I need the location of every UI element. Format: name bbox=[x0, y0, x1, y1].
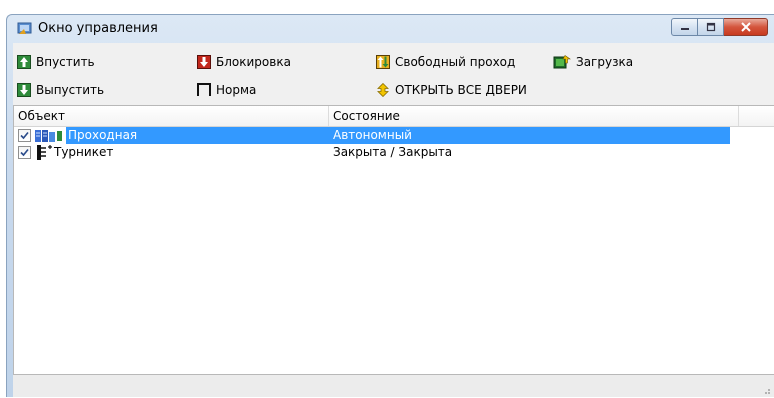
list-header: Объект Состояние bbox=[14, 106, 774, 127]
normal-icon bbox=[197, 83, 211, 97]
open-all-doors-button[interactable]: ОТКРЫТЬ ВСЕ ДВЕРИ bbox=[376, 80, 527, 100]
resize-grip-icon[interactable] bbox=[761, 384, 771, 394]
maximize-button[interactable] bbox=[698, 18, 724, 36]
arrow-down-icon bbox=[17, 83, 31, 97]
list-row[interactable]: Проходная Автономный bbox=[14, 127, 774, 144]
let-out-button[interactable]: Выпустить bbox=[17, 80, 104, 100]
download-label: Загрузка bbox=[576, 55, 634, 69]
column-header-state[interactable]: Состояние bbox=[329, 106, 739, 126]
row-object: Проходная bbox=[68, 128, 138, 142]
window-title: Окно управления bbox=[38, 21, 158, 36]
let-out-label: Выпустить bbox=[36, 83, 105, 97]
row-state: Автономный bbox=[333, 128, 412, 142]
list-row[interactable]: Турникет Закрыта / Закрыта bbox=[14, 144, 774, 161]
window-content: Впустить Выпустить Блокировка Норма Своб… bbox=[13, 43, 774, 397]
normal-button[interactable]: Норма bbox=[197, 80, 256, 100]
lock-button[interactable]: Блокировка bbox=[197, 52, 291, 72]
open-all-doors-icon bbox=[376, 83, 390, 97]
download-button[interactable]: Загрузка bbox=[553, 52, 633, 72]
checkpoint-icon bbox=[34, 128, 64, 144]
normal-label: Норма bbox=[216, 83, 257, 97]
download-icon bbox=[553, 55, 571, 69]
row-object: Турникет bbox=[54, 145, 114, 159]
row-checkbox[interactable] bbox=[18, 146, 31, 159]
open-all-doors-label: ОТКРЫТЬ ВСЕ ДВЕРИ bbox=[395, 83, 527, 97]
free-pass-button[interactable]: Свободный проход bbox=[376, 52, 515, 72]
checkmark-icon bbox=[20, 131, 29, 140]
row-checkbox[interactable] bbox=[18, 129, 31, 142]
free-pass-icon bbox=[376, 55, 390, 69]
maximize-icon bbox=[706, 22, 715, 32]
let-in-label: Впустить bbox=[36, 55, 95, 69]
let-in-button[interactable]: Впустить bbox=[17, 52, 95, 72]
lock-icon bbox=[197, 55, 211, 69]
column-header-object[interactable]: Объект bbox=[14, 106, 329, 126]
title-bar[interactable]: Окно управления bbox=[7, 15, 774, 43]
free-pass-label: Свободный проход bbox=[395, 55, 516, 69]
checkmark-icon bbox=[20, 148, 29, 157]
arrow-up-icon bbox=[17, 55, 31, 69]
status-bar bbox=[13, 374, 774, 397]
app-icon bbox=[17, 22, 33, 36]
close-icon bbox=[740, 22, 751, 32]
objects-list[interactable]: Объект Состояние Проходная Автономный Ту… bbox=[13, 105, 774, 386]
minimize-icon bbox=[680, 28, 689, 30]
close-button[interactable] bbox=[724, 18, 768, 36]
turnstile-icon bbox=[34, 144, 54, 161]
minimize-button[interactable] bbox=[671, 18, 698, 36]
window-controls bbox=[671, 18, 768, 37]
lock-label: Блокировка bbox=[216, 55, 291, 69]
control-window: Окно управления Впустить Выпустить Блоки… bbox=[6, 14, 774, 397]
row-state: Закрыта / Закрыта bbox=[333, 145, 453, 159]
toolbar: Впустить Выпустить Блокировка Норма Своб… bbox=[13, 43, 774, 105]
